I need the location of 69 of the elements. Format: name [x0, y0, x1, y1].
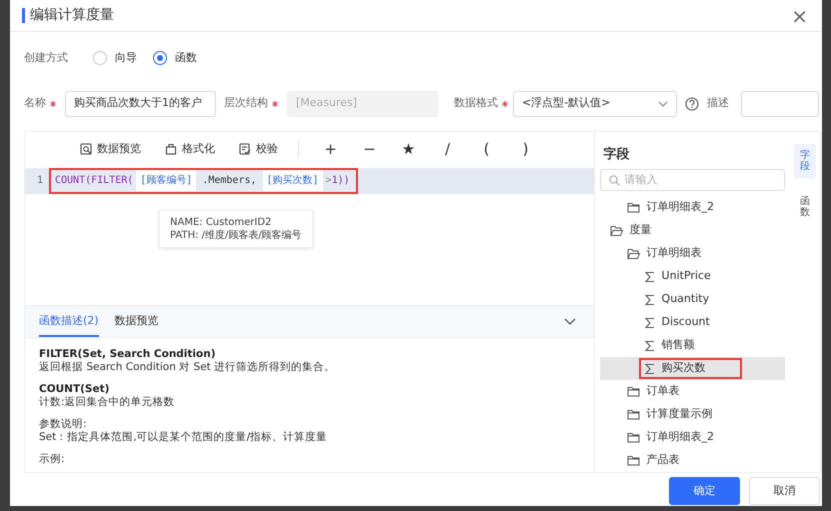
- description-text: 返回根据 Search Condition 对 Set 进行筛选所得到的集合。: [39, 360, 336, 373]
- field-label: 创建方式: [24, 50, 68, 66]
- chevron-down-icon: [658, 100, 668, 106]
- tree-item[interactable]: 订单表: [600, 380, 786, 403]
- description-text: 计数:返回集合中的单元格数: [39, 396, 176, 408]
- tree-item[interactable]: 订单明细表_2: [600, 426, 786, 449]
- folder-icon: [626, 201, 641, 214]
- tree-item[interactable]: 购买次数: [600, 357, 786, 380]
- tree-item[interactable]: 销售额: [600, 334, 786, 357]
- function-signature: FILTER(Set, Search Condition): [39, 348, 217, 360]
- confirm-button[interactable]: 确定: [669, 477, 740, 505]
- sigma-icon: [644, 270, 656, 282]
- tree-item[interactable]: Quantity: [600, 288, 786, 311]
- tooltip: NAME: CustomerID2 PATH: /维度/顾客表/顾客编号: [159, 210, 313, 248]
- operator-button[interactable]: (: [467, 138, 506, 160]
- panel-tab[interactable]: 函数描述(2): [39, 312, 99, 337]
- open-folder-icon: [610, 224, 624, 237]
- line-number: 1: [36, 174, 44, 188]
- open-folder-icon: [626, 247, 641, 260]
- description-text: 参数说明:: [39, 418, 88, 430]
- tree-item[interactable]: 订单明细表: [600, 242, 786, 265]
- panel-title: 字段: [602, 146, 631, 164]
- sigma-icon: [644, 362, 656, 374]
- operator-button[interactable]: −: [350, 138, 389, 160]
- operator-button[interactable]: /: [428, 138, 467, 160]
- field-label: 描述: [707, 95, 729, 112]
- tree-item[interactable]: 度量: [600, 219, 786, 242]
- field-label: 层次结构: [224, 95, 268, 112]
- folder-icon: [626, 408, 641, 421]
- tree-item[interactable]: Discount: [600, 311, 786, 334]
- folder-icon: [626, 454, 641, 467]
- operator-button[interactable]: ★: [389, 138, 428, 160]
- description-text: 示例:: [39, 453, 66, 466]
- toolbar-button[interactable]: 数据预览: [80, 140, 141, 158]
- tree-item[interactable]: UnitPrice: [600, 265, 786, 288]
- tree-item[interactable]: 订单明细表_2: [600, 196, 786, 219]
- dialog-title: 编辑计算度量: [22, 8, 114, 23]
- format-dropdown[interactable]: <浮点型-默认值>: [513, 90, 677, 116]
- search-icon: [608, 174, 620, 186]
- description-text: Set：指定具体范围,可以是某个范围的度量/指标、计算度量: [39, 430, 328, 443]
- cancel-button[interactable]: 取消: [749, 477, 820, 505]
- side-tab[interactable]: 函数: [794, 190, 816, 224]
- operator-button[interactable]: +: [311, 138, 350, 160]
- panel-tab[interactable]: 数据预览: [114, 312, 159, 337]
- toolbar-button[interactable]: 校验: [239, 140, 278, 158]
- name-field[interactable]: 购买商品次数大于1的客户: [65, 90, 216, 116]
- tree-item[interactable]: 产品表: [600, 449, 786, 472]
- description-field[interactable]: [741, 90, 819, 116]
- sigma-icon: [644, 316, 656, 328]
- help-icon: [685, 96, 699, 110]
- folder-icon: [626, 385, 641, 398]
- chevron-down-icon[interactable]: [564, 318, 576, 325]
- operator-button[interactable]: ): [506, 138, 545, 160]
- radio-option[interactable]: 函数: [153, 50, 197, 66]
- function-signature: COUNT(Set): [39, 383, 110, 396]
- sigma-icon: [644, 294, 656, 306]
- radio-option[interactable]: 向导: [93, 50, 137, 66]
- toolbar-button[interactable]: 格式化: [165, 140, 215, 158]
- close-button[interactable]: ×: [789, 6, 810, 26]
- bag-icon: [165, 142, 177, 155]
- search-icon: [80, 142, 92, 155]
- tree-item[interactable]: 计算度量示例: [600, 403, 786, 426]
- checklist-icon: [239, 142, 251, 155]
- sigma-icon: [644, 340, 656, 352]
- code-line[interactable]: COUNT(FILTER( [顾客编号] .Members, [购买次数] >1)): [49, 168, 358, 194]
- field-label: 名称: [24, 95, 46, 112]
- folder-icon: [626, 431, 641, 444]
- field-label: 数据格式: [454, 95, 498, 112]
- side-tab[interactable]: 字段: [794, 144, 816, 178]
